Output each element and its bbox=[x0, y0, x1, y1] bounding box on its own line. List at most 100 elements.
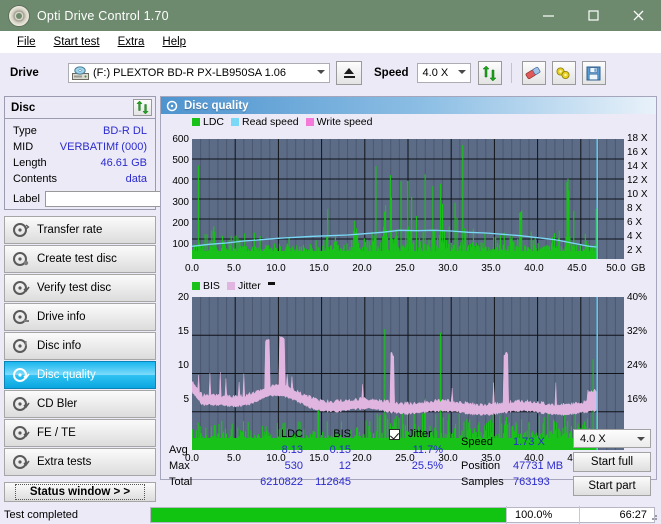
menu-item-start-test[interactable]: Start test bbox=[45, 34, 109, 50]
elapsed-time: 66:27 bbox=[619, 509, 647, 521]
stats-header-ldc: LDC bbox=[280, 428, 303, 440]
status-window-label: Status window > > bbox=[14, 484, 146, 500]
start-full-button[interactable]: Start full bbox=[573, 452, 651, 472]
speed-stat-label: Speed bbox=[461, 436, 493, 448]
jitter-ytick-16: 16% bbox=[627, 394, 648, 405]
legend-swatch-read-speed bbox=[231, 118, 240, 126]
erase-button[interactable] bbox=[521, 61, 546, 85]
speed-select[interactable]: 4.0 X bbox=[416, 63, 471, 83]
start-part-label: Start part bbox=[588, 480, 636, 492]
status-window-button[interactable]: Status window > > bbox=[4, 482, 156, 502]
sidebar-item-drive-info[interactable]: Drive info bbox=[4, 303, 156, 331]
ldc-xtick-45: 45.0 bbox=[567, 263, 587, 274]
minimize-icon[interactable] bbox=[526, 0, 571, 31]
legend-swatch-ldc bbox=[192, 118, 200, 126]
legend-label-bis: BIS bbox=[203, 280, 220, 292]
menu-start-test-label: Start test bbox=[53, 36, 100, 48]
maximize-icon[interactable] bbox=[571, 0, 616, 31]
drive-select[interactable]: (F:) PLEXTOR BD-R PX-LB950SA 1.06 bbox=[68, 63, 330, 83]
speed-value: 4.0 X bbox=[422, 67, 449, 79]
tools-button[interactable] bbox=[551, 61, 576, 85]
disc-info-icon bbox=[12, 338, 30, 354]
resize-grip[interactable] bbox=[649, 512, 659, 522]
window-controls bbox=[526, 0, 661, 31]
disc-type-value: BD-R DL bbox=[102, 125, 147, 137]
close-icon[interactable] bbox=[616, 0, 661, 31]
disc-panel: Disc Type BD-R DL MID VERBATIMf (000) Le… bbox=[4, 96, 247, 210]
ldc-xtick-35: 35.0 bbox=[481, 263, 501, 274]
disc-quality-icon bbox=[166, 100, 178, 111]
progress-track bbox=[151, 508, 506, 522]
samples-stat-label: Samples bbox=[461, 476, 504, 488]
sidebar-item-create-test-disc[interactable]: Create test disc bbox=[4, 245, 156, 273]
speed-ytick-18x: 18 X bbox=[627, 133, 648, 144]
save-button[interactable] bbox=[581, 61, 606, 85]
legend-item-bis: BIS bbox=[192, 280, 220, 292]
speed-label: Speed bbox=[374, 67, 409, 79]
disc-type-key: Type bbox=[13, 125, 37, 137]
save-icon bbox=[586, 66, 601, 80]
stats-panel: LDC BIS Jitter Avg 8.13 0.15 11.7% Max 5… bbox=[161, 428, 656, 496]
sidebar-label: CD Bler bbox=[37, 398, 78, 410]
sidebar-item-cd-bler[interactable]: CD Bler bbox=[4, 390, 156, 418]
speed-stat-value: 1.73 X bbox=[513, 436, 545, 448]
eraser-icon bbox=[525, 66, 541, 79]
sidebar-item-extra-tests[interactable]: Extra tests bbox=[4, 448, 156, 476]
ldc-xtick-10: 10.0 bbox=[266, 263, 286, 274]
disc-create-icon bbox=[12, 251, 30, 267]
sidebar-item-disc-quality[interactable]: Disc quality bbox=[4, 361, 156, 389]
sidebar-label: Disc quality bbox=[37, 369, 96, 381]
stats-header-bis: BIS bbox=[333, 428, 351, 440]
charts-container: LDC Read speed Write speed 600 500 400 3… bbox=[161, 114, 656, 479]
disc-quality-icon bbox=[12, 367, 30, 383]
speed-ytick-4x: 4 X bbox=[627, 231, 643, 242]
sidebar-label: Extra tests bbox=[37, 456, 92, 468]
content-panel: Disc quality LDC Read speed Write speed … bbox=[160, 96, 657, 480]
ldc-ytick-400: 400 bbox=[172, 176, 189, 187]
disc-length-key: Length bbox=[13, 157, 47, 169]
toolbar-divider bbox=[510, 63, 512, 83]
start-part-button[interactable]: Start part bbox=[573, 476, 651, 496]
bis-ytick-5: 5 bbox=[183, 394, 189, 405]
legend-label-ldc: LDC bbox=[203, 116, 225, 128]
test-speed-select[interactable]: 4.0 X bbox=[573, 429, 651, 448]
legend-item-read-speed: Read speed bbox=[231, 116, 299, 128]
disc-length-value: 46.61 GB bbox=[100, 157, 147, 169]
legend-swatch-bis bbox=[192, 282, 200, 290]
sidebar-label: FE / TE bbox=[37, 427, 76, 439]
speed-ytick-14x: 14 X bbox=[627, 161, 648, 172]
legend-item-ldc: LDC bbox=[192, 116, 224, 128]
jitter-label: Jitter bbox=[408, 428, 432, 440]
refresh-button[interactable] bbox=[477, 61, 502, 85]
drive-value: (F:) PLEXTOR BD-R PX-LB950SA 1.06 bbox=[93, 67, 286, 79]
disc-refresh-button[interactable] bbox=[133, 99, 152, 116]
stats-max-jitter: 25.5% bbox=[411, 460, 443, 472]
stats-row-max-label: Max bbox=[169, 460, 190, 472]
disc-label-row: Label bbox=[5, 187, 247, 209]
menu-item-file[interactable]: File bbox=[8, 34, 45, 50]
jitter-ytick-32: 32% bbox=[627, 326, 648, 337]
ldc-ytick-300: 300 bbox=[172, 197, 189, 208]
sidebar-item-transfer-rate[interactable]: Transfer rate bbox=[4, 216, 156, 244]
menu-extra-label: Extra bbox=[117, 36, 145, 48]
sidebar-label: Verify test disc bbox=[37, 282, 112, 294]
speed-ytick-10x: 10 X bbox=[627, 189, 648, 200]
stats-total-ldc: 6210822 bbox=[260, 476, 303, 488]
stats-avg-bis: 0.15 bbox=[329, 444, 351, 456]
menu-item-extra[interactable]: Extra bbox=[109, 34, 154, 50]
fe-te-icon bbox=[12, 425, 30, 441]
disc-panel-header: Disc bbox=[5, 97, 155, 119]
disc-rows: Type BD-R DL MID VERBATIMf (000) Length … bbox=[5, 119, 247, 209]
sidebar-item-fe-te[interactable]: FE / TE bbox=[4, 419, 156, 447]
sidebar-item-verify-test-disc[interactable]: Verify test disc bbox=[4, 274, 156, 302]
disc-verify-icon bbox=[12, 280, 30, 296]
jitter-checkbox[interactable] bbox=[389, 429, 400, 440]
menu-bar: File Start test Extra Help bbox=[0, 31, 661, 53]
disc-label-key: Label bbox=[13, 193, 40, 205]
jitter-ytick-40: 40% bbox=[627, 292, 648, 303]
menu-item-help[interactable]: Help bbox=[153, 34, 195, 50]
ldc-ytick-100: 100 bbox=[172, 239, 189, 250]
progress-area: 100.0% 66:27 bbox=[150, 506, 655, 524]
sidebar-item-disc-info[interactable]: Disc info bbox=[4, 332, 156, 360]
eject-button[interactable] bbox=[336, 61, 362, 85]
